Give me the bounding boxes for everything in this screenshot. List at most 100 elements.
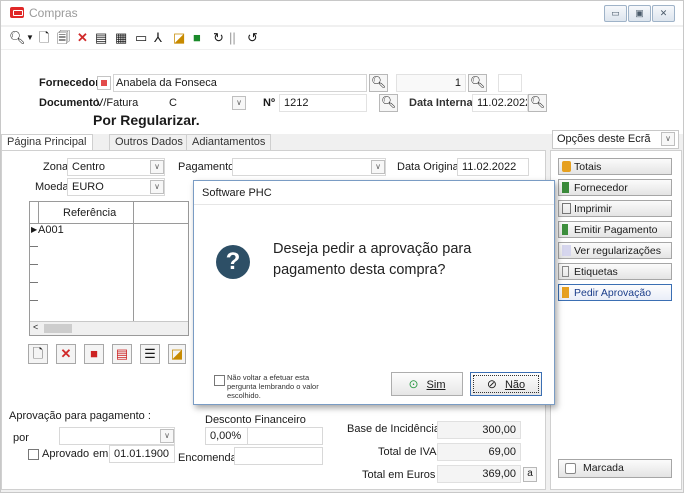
approval-icon [562, 287, 569, 298]
tab-adiantamentos[interactable]: Adiantamentos [186, 134, 272, 151]
horizontal-scrollbar[interactable]: < [30, 321, 188, 335]
grid-icon[interactable]: ▦ [115, 30, 127, 46]
opcoes-dropdown-icon[interactable]: ∨ [661, 132, 675, 146]
grid-divider [38, 202, 39, 224]
base-incidencia-label: Base de Incidência [347, 423, 440, 435]
fornecedor-search-button[interactable]: 🔍︎ [369, 74, 388, 92]
data-interna-search-button[interactable]: 🔍︎ [528, 94, 547, 112]
data-interna-field[interactable]: 11.02.2022 [472, 94, 528, 112]
red-book-icon[interactable]: ■ [84, 344, 104, 364]
sim-button[interactable]: ⊙ Sim [391, 372, 463, 396]
dont-ask-checkbox[interactable] [214, 375, 225, 386]
refresh-icon[interactable]: ↻ [213, 30, 224, 46]
close-button[interactable]: ✕ [652, 5, 675, 22]
attach-icon[interactable]: ◪ [168, 344, 186, 364]
aprovado-date-field[interactable]: 01.01.1900 [109, 445, 175, 463]
fornecedor-number[interactable]: 1 [396, 74, 466, 92]
marcada-label: Marcada [583, 462, 624, 474]
scroll-thumb[interactable] [44, 324, 72, 333]
por-label: por [13, 432, 29, 444]
grid-cell-referencia[interactable]: A001 [38, 224, 64, 236]
encomenda-label: Encomenda [178, 452, 237, 464]
row-marker [30, 264, 38, 265]
search-doc-icon[interactable]: ◪ [173, 30, 185, 46]
separator: || [229, 30, 236, 45]
em-label: em [93, 448, 109, 460]
list-icon[interactable]: ☰ [140, 344, 160, 364]
table-icon[interactable]: ▤ [112, 344, 132, 364]
opcoes-select[interactable]: Opções deste Ecrã [552, 130, 679, 149]
aprovado-checkbox[interactable] [28, 449, 39, 460]
tree-icon[interactable]: ⅄ [154, 30, 162, 46]
marcada-checkbox[interactable] [565, 463, 576, 474]
marcada-button[interactable]: Marcada [558, 459, 672, 478]
maximize-button[interactable]: ▣ [628, 5, 651, 22]
fornecedor-field[interactable] [113, 74, 367, 92]
scroll-left-icon[interactable]: < [33, 322, 38, 332]
aprovacao-label: Aprovação para pagamento : [9, 410, 151, 422]
print-icon [562, 203, 571, 214]
desconto-extra-field[interactable] [247, 427, 323, 445]
delete-line-icon[interactable]: ✕ [56, 344, 76, 364]
chevron-down-icon[interactable]: ▼ [26, 30, 34, 46]
aprovado-label: Aprovado [42, 448, 90, 460]
zona-dropdown-icon[interactable]: ∨ [150, 160, 164, 174]
documento-dropdown-icon[interactable]: ∨ [232, 96, 246, 110]
por-dropdown-icon[interactable]: ∨ [160, 429, 174, 443]
ver-regularizacoes-button[interactable]: Ver regularizações [558, 242, 672, 259]
numero-field[interactable]: 1212 [279, 94, 367, 112]
pagamento-field[interactable] [232, 158, 386, 176]
por-field[interactable] [59, 427, 175, 445]
search-icon[interactable]: 🔍︎ [9, 30, 26, 46]
moeda-dropdown-icon[interactable]: ∨ [150, 180, 164, 194]
encomenda-field[interactable] [234, 447, 323, 465]
row-marker [30, 300, 38, 301]
documento-value[interactable]: V/Fatura [96, 97, 138, 109]
fornecedor-button[interactable]: Fornecedor [558, 179, 672, 196]
grid-header-referencia[interactable]: Referência [63, 207, 116, 219]
table-row[interactable]: ▶ A001 [30, 224, 188, 324]
toolbar: 🔍︎ ▼ 🗋 🗐 ✕ ▤ ▦ ▭ ⅄ ◪ ■ ↻ || ↺ [1, 27, 683, 49]
delete-icon[interactable]: ✕ [77, 30, 88, 46]
pagamento-dropdown-icon[interactable]: ∨ [371, 160, 385, 174]
imprimir-button[interactable]: Imprimir [558, 200, 672, 217]
row-marker [30, 246, 38, 247]
etiquetas-button[interactable]: Etiquetas [558, 263, 672, 280]
desconto-field[interactable]: 0,00% [205, 427, 248, 445]
nao-button[interactable]: ⊘ Não [470, 372, 542, 396]
sim-label: Sim [426, 379, 446, 391]
tab-outros-dados[interactable]: Outros Dados [109, 134, 189, 151]
fornecedor-number-search-button[interactable]: 🔍︎ [468, 74, 487, 92]
desconto-label: Desconto Financeiro [205, 414, 306, 426]
folder-icon[interactable]: ■ [193, 30, 201, 46]
copy-doc-icon[interactable]: 🗐 [57, 30, 70, 46]
emitir-pagamento-label: Emitir Pagamento [574, 224, 658, 236]
undo-icon[interactable]: ↺ [247, 30, 258, 46]
new-doc-icon[interactable]: 🗋 [39, 30, 49, 46]
dont-ask-label: Não voltar a efetuar esta pergunta lembr… [227, 373, 319, 400]
card-icon[interactable]: ▭ [135, 30, 147, 46]
data-original-field[interactable]: 11.02.2022 [457, 158, 529, 176]
pedir-aprovacao-button[interactable]: Pedir Aprovação [558, 284, 672, 301]
fornecedor-extra-field[interactable] [498, 74, 522, 92]
documento-serie[interactable]: C [169, 97, 177, 109]
totais-button[interactable]: Totais [558, 158, 672, 175]
payment-icon [562, 224, 568, 235]
nao-label: Não [504, 379, 526, 391]
currency-toggle-button[interactable]: a [523, 467, 537, 482]
moeda-label: Moeda [35, 181, 69, 193]
total-iva-value: 69,00 [437, 443, 521, 461]
regularizations-icon [562, 245, 571, 256]
edit-icon[interactable]: ▤ [95, 30, 107, 46]
new-line-icon[interactable]: 🗋 [28, 344, 48, 364]
etiquetas-label: Etiquetas [574, 266, 618, 278]
numero-search-button[interactable]: 🔍︎ [379, 94, 398, 112]
emitir-pagamento-button[interactable]: Emitir Pagamento [558, 221, 672, 238]
header-panel: Fornecedor Anabela da Fonseca 🔍︎ 1 🔍︎ Do… [1, 50, 683, 134]
minimize-button[interactable]: ▭ [604, 5, 627, 22]
total-euros-label: Total em Euros [362, 469, 436, 481]
fornecedor-list-icon[interactable] [97, 76, 111, 90]
totais-label: Totais [574, 161, 602, 173]
data-interna-label: Data Interna [409, 97, 473, 109]
confirm-dialog: Software PHC ? Deseja pedir a aprovação … [193, 180, 555, 405]
